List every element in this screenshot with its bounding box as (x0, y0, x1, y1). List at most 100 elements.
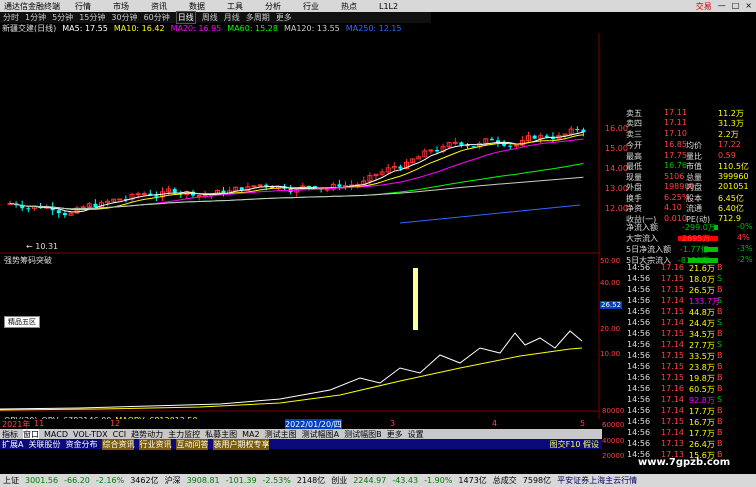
quote-stat-row: 最低 16.76 市值 110.5亿 (626, 161, 749, 171)
indicator2-axis: 80000 60000 40000 20000 (600, 407, 627, 473)
close-button[interactable]: × (745, 1, 752, 12)
menu-item-l1l2[interactable]: L1L2 (368, 2, 409, 11)
candle (465, 143, 470, 149)
candle (428, 149, 434, 155)
menu-item-analysis[interactable]: 分析 (254, 1, 292, 12)
indicator-tab-13[interactable]: 设置 (408, 429, 424, 440)
index-value: 3908.81 (186, 476, 220, 485)
menu-item-news[interactable]: 资讯 (140, 1, 178, 12)
menu-item-hot[interactable]: 热点 (330, 1, 368, 12)
f10-link[interactable]: 图交F10 假设 (550, 439, 602, 450)
index-name[interactable]: 沪深 (165, 475, 181, 486)
quote-panel: 卖五 17.11 11.2万 卖四 17.11 31.3万 卖三 17.10 2.2万 今开 16.… (600, 108, 756, 225)
extension-tab-6[interactable]: 装用户期权专享 (213, 438, 270, 450)
indicator1-tick-label: 40.00 (600, 279, 621, 287)
ma-legend-item-1: MA10: 16.42 (113, 23, 165, 33)
candle (105, 199, 111, 207)
candle (343, 181, 348, 191)
tick-row: 14:56 17.14 92.8万 S (627, 395, 723, 405)
indicator1-label-box[interactable]: 精品五区 (4, 316, 40, 328)
candle (379, 168, 385, 177)
period-tab-4[interactable]: 30分钟 (111, 12, 137, 23)
candle (452, 137, 458, 146)
period-tab-9[interactable]: 多周期 (246, 12, 270, 23)
candle (385, 163, 391, 175)
tick-row: 14:56 17.16 21.6万 B (627, 263, 723, 273)
tick-row: 14:56 17.15 19.8万 B (627, 373, 723, 383)
tick-row: 14:56 17.14 17.7万 B (627, 428, 723, 438)
menu-item-industry[interactable]: 行业 (292, 1, 330, 12)
indicator-tab-3[interactable]: VOL-TDX (73, 430, 108, 439)
ma-legend-item-5: MA250: 12.15 (345, 23, 402, 33)
trade-button[interactable]: 交易 (696, 1, 712, 12)
period-tab-1[interactable]: 1分钟 (25, 12, 46, 23)
period-tab-5[interactable]: 60分钟 (144, 12, 170, 23)
period-tab-7[interactable]: 周线 (202, 12, 218, 23)
fund-flow-row: 5日净流入额 -1.77亿 -3% (626, 244, 753, 254)
tick-row: 14:56 17.14 27.7万 S (627, 340, 723, 350)
extension-tab-2[interactable]: 资金分布 (65, 439, 97, 450)
index-amount: 1473亿 (458, 476, 487, 485)
tick-row: 14:56 17.15 23.8万 B (627, 362, 723, 372)
tick-row: 14:56 17.13 26.4万 B (627, 439, 723, 449)
extension-tab-4[interactable]: 行业资讯 (139, 438, 172, 450)
tick-row: 14:56 17.14 24.4万 S (627, 318, 723, 328)
candle (38, 202, 43, 209)
ma-legend: 新疆交建(日线) MA5: 17.55 MA10: 16.42 MA20: 16.9… (0, 23, 430, 33)
indicator-tab-2[interactable]: MACD (44, 430, 68, 439)
index-name[interactable]: 创业 (331, 475, 347, 486)
ma-legend-item-2: MA20: 16.95 (170, 23, 222, 33)
minimize-button[interactable]: — (718, 1, 726, 12)
index-pct: -2.53% (262, 476, 291, 485)
extension-tabs: 扩展A 关联股份 资金分布 综合资讯 行业资讯 互动问答 装用户期权专享 图交F10 假设 (0, 438, 602, 450)
ma10-line (9, 134, 584, 211)
index-name[interactable]: 上证 (3, 475, 19, 486)
indicator-tab-10[interactable]: 测试幅图A (302, 429, 339, 440)
period-tab-0[interactable]: 分时 (3, 12, 19, 23)
period-tab-10[interactable]: 更多 (276, 12, 292, 23)
indicator-tab-8[interactable]: MA2 (242, 430, 259, 439)
date-label: 4 (492, 419, 498, 428)
extension-tab-0[interactable]: 扩展A (2, 439, 23, 450)
menu-item-tools[interactable]: 工具 (216, 1, 254, 12)
order-book-row: 卖三 17.10 2.2万 (626, 129, 739, 139)
indicator1-tick-label: 10.00 (600, 350, 621, 358)
extension-tab-1[interactable]: 关联股份 (28, 439, 60, 450)
index-pct: -1.90% (424, 476, 453, 485)
extension-tab-3[interactable]: 综合资讯 (102, 438, 135, 450)
indicator1-title: 强势筹码突破 (4, 256, 52, 265)
total-volume-value: 7598亿 (522, 476, 552, 485)
tick-list[interactable]: 14:56 17.16 21.6万 B 14:56 17.15 18.0万 S 14:56 17.… (627, 263, 756, 473)
candle (410, 158, 416, 164)
total-volume-label: 总成交 (492, 476, 517, 485)
period-tab-8[interactable]: 月线 (224, 12, 240, 23)
ma-legend-item-4: MA120: 13.55 (283, 23, 340, 33)
indicator2-tick-label: 20000 (602, 452, 625, 460)
indicator-tab-12[interactable]: 更多 (387, 429, 403, 440)
menu-item-data[interactable]: 数据 (178, 1, 216, 12)
server-name[interactable]: 平安证券上海主云行情 (557, 475, 637, 486)
indicator-tab-4[interactable]: CCI (113, 430, 127, 439)
indicator2-tick-label: 60000 (602, 421, 625, 429)
index-amount: 3462亿 (130, 476, 159, 485)
ma60-line (9, 163, 584, 210)
status-bar: 上证 3001.56 -66.20 -2.16% 3462亿 沪深 3908.81 -101.… (0, 474, 756, 487)
extension-tab-5[interactable]: 互动问答 (176, 438, 209, 450)
period-tab-3[interactable]: 15分钟 (79, 12, 105, 23)
index-value: 3001.56 (25, 476, 59, 485)
menu-item-quotes[interactable]: 行情 (64, 1, 102, 12)
candle (496, 136, 500, 147)
maximize-button[interactable]: □ (732, 1, 740, 12)
candle (233, 186, 239, 192)
indicator2-tick-label: 80000 (602, 407, 625, 415)
menu-item-market[interactable]: 市场 (102, 1, 140, 12)
candle (62, 210, 67, 218)
indicator-tab-11[interactable]: 测试幅图B (344, 429, 382, 440)
maobv-line (0, 347, 583, 411)
kline-chart[interactable]: ← 10.31 (0, 33, 600, 429)
candle (111, 198, 117, 203)
indicator1-axis: 50.00 40.00 26.52 20.00 10.00 (600, 255, 627, 410)
candle (519, 135, 525, 148)
period-tab-2[interactable]: 5分钟 (52, 12, 73, 23)
candle (459, 141, 464, 148)
